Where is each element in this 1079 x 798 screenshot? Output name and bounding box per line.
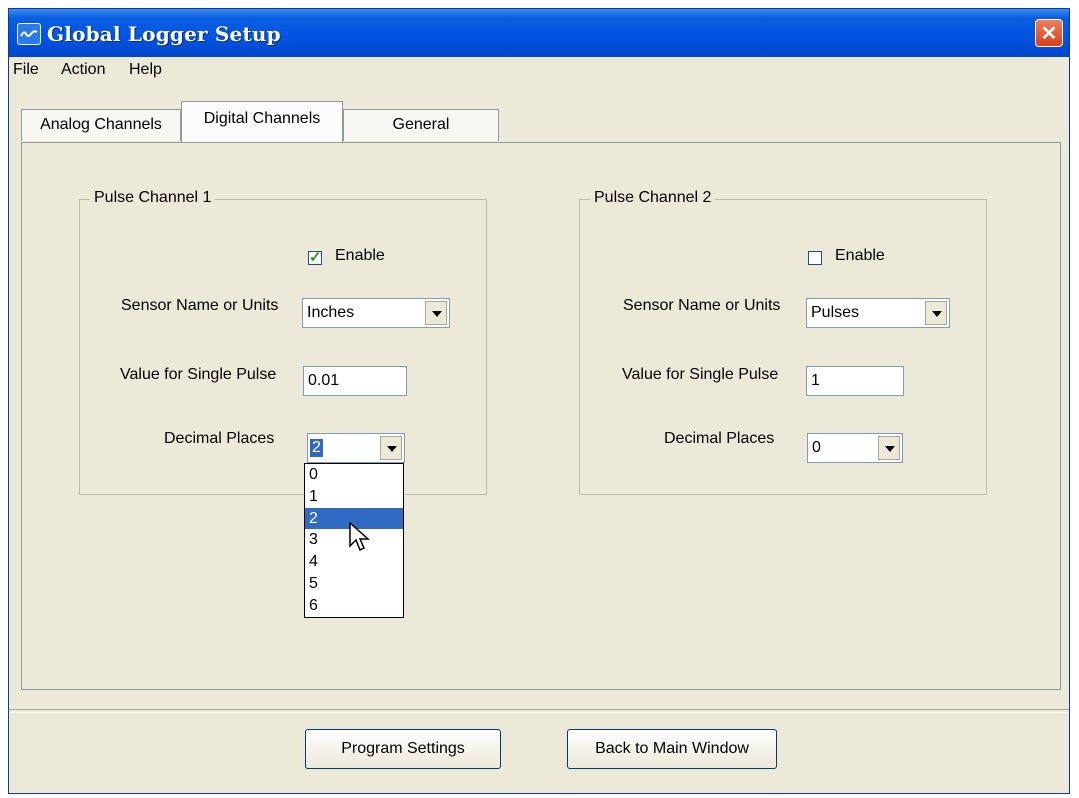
dropdown-option[interactable]: 6 <box>305 595 403 617</box>
title-bar[interactable]: Global Logger Setup ✕ <box>9 9 1069 57</box>
channel-1-sensor-combo[interactable]: Inches <box>302 298 450 328</box>
channel-2-sensor-label: Sensor Name or Units <box>623 297 781 314</box>
digital-channels-panel: Pulse Channel 1 ✓ Enable Sensor Name or … <box>21 142 1061 690</box>
checkmark-icon: ✓ <box>309 249 322 266</box>
channel-1-decimal-combo[interactable]: 2 <box>307 433 405 463</box>
menu-action[interactable]: Action <box>61 61 105 79</box>
pulse-channel-1-group: Pulse Channel 1 ✓ Enable Sensor Name or … <box>79 189 487 495</box>
menu-bar: File Action Help <box>9 57 1069 85</box>
divider <box>9 709 1069 713</box>
chevron-down-icon[interactable] <box>425 301 447 325</box>
close-button[interactable]: ✕ <box>1035 19 1063 47</box>
pulse-channel-1-legend: Pulse Channel 1 <box>90 189 216 207</box>
channel-1-pulse-label: Value for Single Pulse <box>120 366 277 383</box>
channel-2-decimal-combo[interactable]: 0 <box>807 433 903 463</box>
channel-2-enable-checkbox[interactable] <box>808 251 822 265</box>
menu-help[interactable]: Help <box>129 61 162 79</box>
channel-1-pulse-input[interactable]: 0.01 <box>303 366 407 396</box>
channel-2-pulse-input[interactable]: 1 <box>806 366 904 396</box>
waveform-icon <box>17 23 41 45</box>
channel-2-sensor-value: Pulses <box>811 304 860 321</box>
tab-digital-channels[interactable]: Digital Channels <box>181 101 343 142</box>
dropdown-option[interactable]: 0 <box>305 464 403 486</box>
back-to-main-window-button[interactable]: Back to Main Window <box>567 729 777 769</box>
program-settings-button[interactable]: Program Settings <box>305 729 501 769</box>
close-icon: ✕ <box>1040 23 1058 45</box>
channel-2-enable-label[interactable]: Enable <box>835 247 885 265</box>
channel-1-pulse-value: 0.01 <box>308 372 340 389</box>
channel-2-pulse-label: Value for Single Pulse <box>622 366 779 383</box>
channel-1-enable-checkbox[interactable]: ✓ <box>308 249 322 266</box>
channel-1-enable-label[interactable]: Enable <box>335 247 385 265</box>
window-title: Global Logger Setup <box>47 22 281 46</box>
tab-general[interactable]: General <box>343 109 499 141</box>
channel-1-sensor-label: Sensor Name or Units <box>121 297 279 314</box>
channel-1-sensor-value: Inches <box>307 304 355 321</box>
channel-2-sensor-combo[interactable]: Pulses <box>806 298 950 328</box>
menu-file[interactable]: File <box>13 61 39 79</box>
channel-2-decimal-label: Decimal Places <box>664 430 775 447</box>
pulse-channel-2-group: Pulse Channel 2 Enable Sensor Name or Un… <box>579 189 987 495</box>
dropdown-option[interactable]: 5 <box>305 573 403 595</box>
chevron-down-icon[interactable] <box>380 436 402 460</box>
channel-1-decimal-value: 2 <box>310 439 323 457</box>
mouse-cursor-icon <box>349 522 370 552</box>
tab-strip: Analog Channels Digital Channels General <box>9 101 1069 143</box>
tab-analog-channels[interactable]: Analog Channels <box>21 109 181 141</box>
channel-2-decimal-value: 0 <box>812 439 821 456</box>
chevron-down-icon[interactable] <box>878 436 900 460</box>
dropdown-option[interactable]: 1 <box>305 486 403 508</box>
dropdown-option[interactable]: 4 <box>305 551 403 573</box>
pulse-channel-2-legend: Pulse Channel 2 <box>590 189 716 207</box>
channel-2-pulse-value: 1 <box>811 372 820 389</box>
channel-1-decimal-label: Decimal Places <box>164 430 275 447</box>
setup-window: Global Logger Setup ✕ File Action Help A… <box>8 8 1070 794</box>
chevron-down-icon[interactable] <box>925 301 947 325</box>
